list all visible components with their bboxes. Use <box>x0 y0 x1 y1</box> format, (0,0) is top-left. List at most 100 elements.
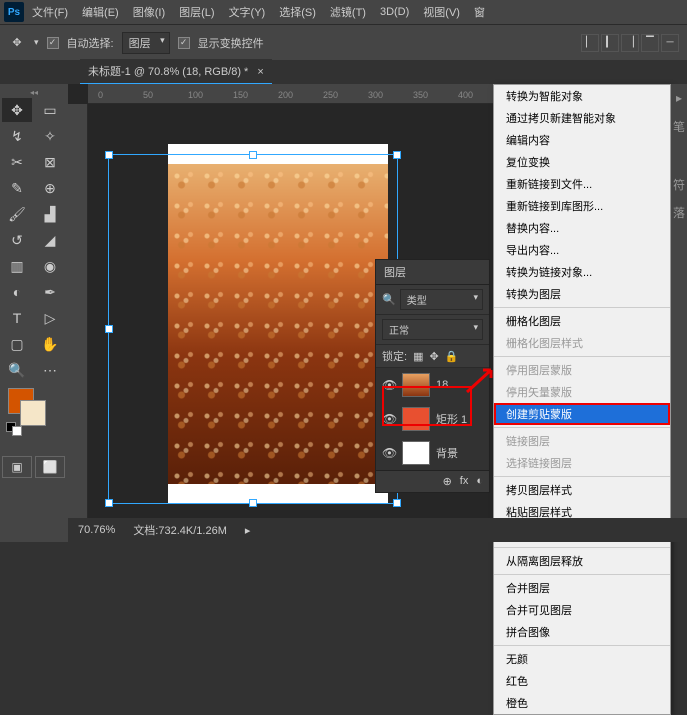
align-right-button[interactable]: ▕ <box>621 34 639 52</box>
type-tool[interactable]: T <box>2 306 32 330</box>
document-canvas[interactable] <box>168 144 388 504</box>
layers-panel-tab[interactable]: 图层 <box>376 260 489 285</box>
shape-tool[interactable]: ▢ <box>2 332 32 356</box>
layer-row[interactable]: 👁 矩形 1 <box>376 402 489 436</box>
layer-thumbnail[interactable] <box>402 373 430 397</box>
path-tool[interactable]: ▷ <box>35 306 65 330</box>
brush-tool[interactable]: 🖌 <box>2 202 32 226</box>
align-center-button[interactable]: ▎ <box>601 34 619 52</box>
layer-name[interactable]: 背景 <box>436 445 458 461</box>
more-tools[interactable]: ⋯ <box>35 358 65 382</box>
layer-thumbnail[interactable] <box>402 441 430 465</box>
auto-select-target-dropdown[interactable]: 图层 <box>122 32 170 54</box>
heal-tool[interactable]: ⊕ <box>35 176 65 200</box>
context-menu-item[interactable]: 转换为智能对象 <box>494 85 670 107</box>
transform-handle[interactable] <box>105 499 113 507</box>
stamp-tool[interactable]: ▟ <box>35 202 65 226</box>
tab-close-icon[interactable]: × <box>257 66 263 78</box>
context-menu-item[interactable]: 拼合图像 <box>494 621 670 643</box>
transform-handle[interactable] <box>105 151 113 159</box>
marquee-tool[interactable]: ▭ <box>35 98 65 122</box>
document-tab[interactable]: 未标题-1 @ 70.8% (18, RGB/8) * × <box>80 59 272 84</box>
zoom-level[interactable]: 70.76% <box>78 524 115 536</box>
brush-panel-icon[interactable]: 笔 <box>671 112 687 140</box>
menu-3d[interactable]: 3D(D) <box>374 6 415 18</box>
context-menu-item[interactable]: 红色 <box>494 670 670 692</box>
context-menu-item[interactable]: 拷贝图层样式 <box>494 479 670 501</box>
context-menu-item[interactable]: 通过拷贝新建智能对象 <box>494 107 670 129</box>
transform-handle[interactable] <box>393 499 401 507</box>
context-menu-item[interactable]: 重新链接到库图形... <box>494 195 670 217</box>
layer-thumbnail[interactable] <box>402 407 430 431</box>
align-top-button[interactable]: ▔ <box>641 34 659 52</box>
context-menu-item[interactable]: 转换为图层 <box>494 283 670 305</box>
menu-view[interactable]: 视图(V) <box>417 4 466 20</box>
mask-icon[interactable]: ◐ <box>476 475 483 488</box>
blur-tool[interactable]: ◉ <box>35 254 65 278</box>
context-menu-item[interactable]: 复位变换 <box>494 151 670 173</box>
fx-icon[interactable]: fx <box>460 475 469 488</box>
lasso-tool[interactable]: ↯ <box>2 124 32 148</box>
ruler-vertical[interactable] <box>68 104 88 518</box>
search-icon[interactable]: 🔍 <box>382 293 396 306</box>
context-menu-item[interactable]: 转换为链接对象... <box>494 261 670 283</box>
para-panel-icon[interactable]: 落 <box>671 198 687 226</box>
transform-handle[interactable] <box>393 151 401 159</box>
menu-layer[interactable]: 图层(L) <box>173 4 220 20</box>
context-menu-item[interactable]: 重新链接到文件... <box>494 173 670 195</box>
context-menu-item[interactable]: 创建剪贴蒙版 <box>494 403 670 425</box>
quickmask-button[interactable]: ▣ <box>2 456 32 478</box>
auto-select-checkbox[interactable]: ✓ <box>47 37 59 49</box>
layer-name[interactable]: 矩形 1 <box>436 411 467 427</box>
zoom-tool[interactable]: 🔍 <box>2 358 32 382</box>
menu-text[interactable]: 文字(Y) <box>223 4 272 20</box>
status-chevron-icon[interactable]: ▸ <box>245 524 251 537</box>
dodge-tool[interactable]: ◐ <box>2 280 32 304</box>
wand-tool[interactable]: ✧ <box>35 124 65 148</box>
link-layers-icon[interactable]: ⊕ <box>443 475 452 488</box>
visibility-icon[interactable]: 👁 <box>382 378 396 392</box>
transform-handle[interactable] <box>105 325 113 333</box>
align-left-button[interactable]: ▏ <box>581 34 599 52</box>
screenmode-button[interactable]: ⬜ <box>35 456 65 478</box>
lock-position-icon[interactable]: ✥ <box>429 350 438 363</box>
menu-edit[interactable]: 编辑(E) <box>76 4 125 20</box>
eyedropper-tool[interactable]: ✎ <box>2 176 32 200</box>
show-transform-checkbox[interactable]: ✓ <box>178 37 190 49</box>
context-menu-item[interactable]: 合并可见图层 <box>494 599 670 621</box>
blend-mode-dropdown[interactable]: 正常 <box>382 319 483 340</box>
layer-filter-dropdown[interactable]: 类型 <box>400 289 483 310</box>
context-menu-item[interactable]: 从隔离图层释放 <box>494 550 670 572</box>
align-vcenter-button[interactable]: ─ <box>661 34 679 52</box>
panel-icon[interactable]: ▸ <box>671 84 687 112</box>
visibility-icon[interactable]: 👁 <box>382 412 396 426</box>
char-panel-icon[interactable]: 符 <box>671 170 687 198</box>
menu-select[interactable]: 选择(S) <box>273 4 322 20</box>
history-brush-tool[interactable]: ↺ <box>2 228 32 252</box>
menu-filter[interactable]: 滤镜(T) <box>324 4 372 20</box>
context-menu-item[interactable]: 栅格化图层 <box>494 310 670 332</box>
context-menu-item[interactable]: 合并图层 <box>494 577 670 599</box>
menu-image[interactable]: 图像(I) <box>127 4 171 20</box>
frame-tool[interactable]: ⊠ <box>35 150 65 174</box>
menu-file[interactable]: 文件(F) <box>26 4 74 20</box>
context-menu-item[interactable]: 编辑内容 <box>494 129 670 151</box>
lock-all-icon[interactable]: 🔒 <box>445 350 459 363</box>
pen-tool[interactable]: ✒ <box>35 280 65 304</box>
move-tool[interactable]: ✥ <box>2 98 32 122</box>
context-menu-item[interactable]: 导出内容... <box>494 239 670 261</box>
lock-pixels-icon[interactable]: ▦ <box>413 350 423 363</box>
gradient-tool[interactable]: ▥ <box>2 254 32 278</box>
eraser-tool[interactable]: ◢ <box>35 228 65 252</box>
hand-tool[interactable]: ✋ <box>35 332 65 356</box>
layer-name[interactable]: 18 <box>436 379 448 391</box>
crop-tool[interactable]: ✂ <box>2 150 32 174</box>
context-menu-item[interactable]: 无颜 <box>494 648 670 670</box>
visibility-icon[interactable]: 👁 <box>382 446 396 460</box>
context-menu-item[interactable]: 橙色 <box>494 692 670 714</box>
context-menu-item[interactable]: 替换内容... <box>494 217 670 239</box>
background-swatch[interactable] <box>20 400 46 426</box>
toolbox-handle[interactable]: ◂◂ <box>2 88 66 96</box>
menu-window[interactable]: 窗 <box>468 4 491 20</box>
layer-row[interactable]: 👁 背景 <box>376 436 489 470</box>
